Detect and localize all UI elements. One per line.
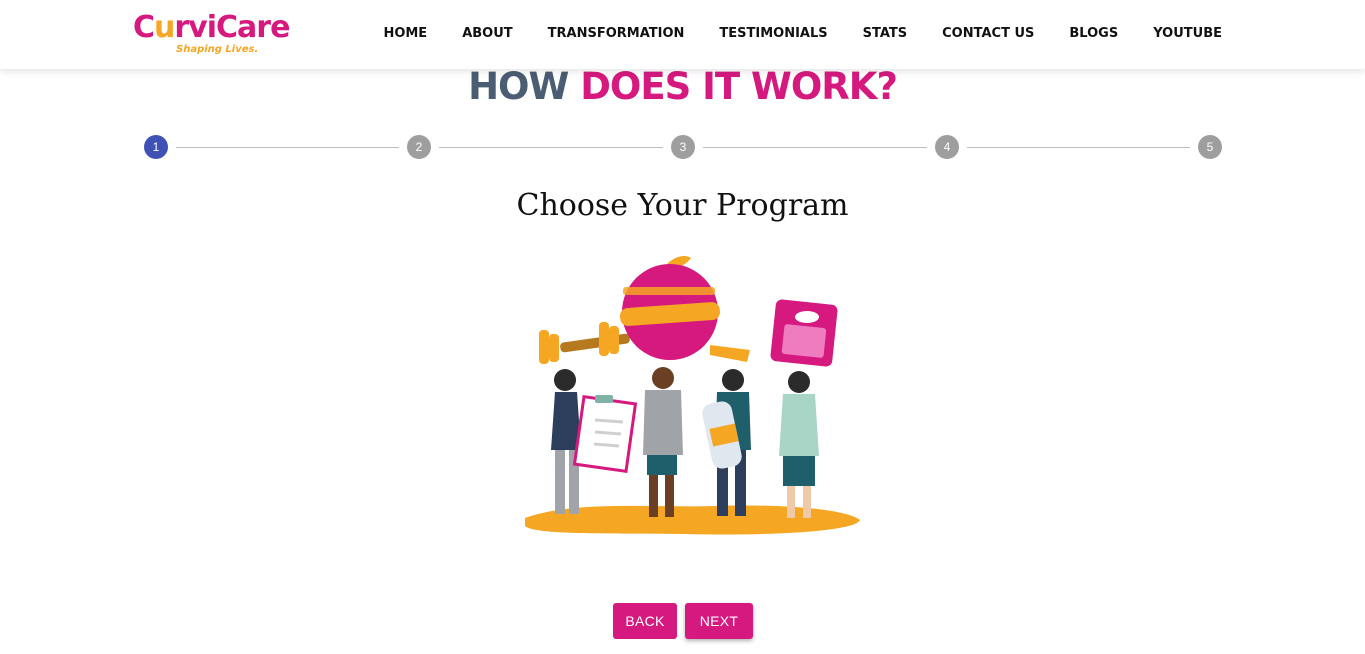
section-title-part2: DOES IT WORK?	[580, 65, 898, 108]
nav-stats[interactable]: STATS	[863, 25, 908, 43]
section-title: HOW DOES IT WORK?	[0, 66, 1365, 108]
section-title-part1: HOW	[468, 65, 569, 108]
site-header: CurviCare Shaping Lives. HOME ABOUT TRAN…	[0, 0, 1365, 69]
step-connector	[439, 146, 663, 148]
nav-blogs[interactable]: BLOGS	[1069, 25, 1118, 43]
nav-home[interactable]: HOME	[383, 25, 427, 43]
step-connector	[176, 146, 399, 148]
logo-tagline: Shaping Lives.	[176, 44, 259, 55]
curvicare-logo[interactable]: CurviCare Shaping Lives.	[133, 10, 293, 60]
step-connector	[967, 146, 1190, 148]
step-4[interactable]: 4	[935, 135, 959, 159]
nav-transformation[interactable]: TRANSFORMATION	[548, 25, 685, 43]
nav-testimonials[interactable]: TESTIMONIALS	[719, 25, 827, 43]
step-1[interactable]: 1	[144, 135, 168, 159]
logo-wordmark: CurviCare	[133, 10, 290, 45]
fitness-group-illustration	[515, 250, 865, 540]
next-button[interactable]: NEXT	[685, 603, 753, 639]
step-5[interactable]: 5	[1198, 135, 1222, 159]
nav-contact-us[interactable]: CONTACT US	[942, 25, 1034, 43]
step-2[interactable]: 2	[407, 135, 431, 159]
stepper: 1 2 3 4 5	[144, 135, 1222, 159]
step-3[interactable]: 3	[671, 135, 695, 159]
step-heading: Choose Your Program	[516, 188, 849, 223]
back-button[interactable]: BACK	[613, 603, 677, 639]
nav-youtube[interactable]: YOUTUBE	[1153, 25, 1222, 43]
nav-about[interactable]: ABOUT	[462, 25, 512, 43]
main-nav: HOME ABOUT TRANSFORMATION TESTIMONIALS S…	[348, 25, 1222, 43]
step-connector	[703, 146, 927, 148]
